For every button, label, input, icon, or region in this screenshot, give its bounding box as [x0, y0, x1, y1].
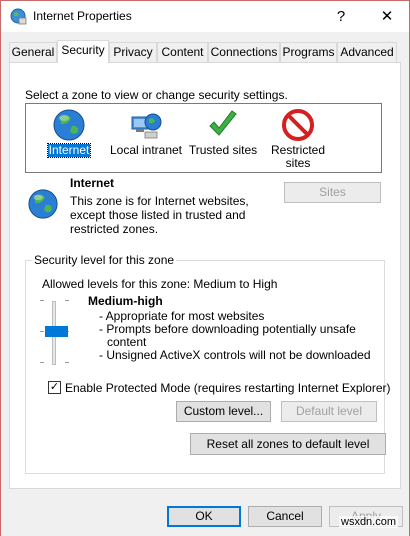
watermark-text: wsxdn.com [339, 516, 399, 528]
zone-restricted-sites-label: Restricted sites [270, 144, 326, 170]
slider-tick [40, 331, 44, 332]
zone-trusted-sites-label: Trusted sites [188, 143, 258, 157]
tab-privacy[interactable]: Privacy [109, 42, 157, 62]
tab-connections[interactable]: Connections [208, 42, 280, 62]
tab-general[interactable]: General [9, 42, 57, 62]
reset-all-zones-button[interactable]: Reset all zones to default level [190, 433, 386, 455]
intranet-icon [131, 113, 162, 139]
zone-restricted-line1: Restricted [270, 143, 326, 157]
allowed-levels-text: Allowed levels for this zone: Medium to … [42, 277, 278, 291]
slider-tick [65, 300, 69, 301]
cancel-button[interactable]: Cancel [248, 506, 322, 527]
security-level-title: Security level for this zone [32, 253, 177, 267]
level-bullet-3: - Unsigned ActiveX controls will not be … [99, 348, 371, 362]
zone-info-desc-2: except those listed in trusted and [70, 208, 246, 222]
zone-internet-label: Internet [46, 143, 92, 158]
zone-instruction: Select a zone to view or change security… [25, 88, 288, 102]
window-title: Internet Properties [33, 9, 132, 23]
zone-restricted-sites[interactable]: Restricted sites [258, 108, 338, 170]
slider-tick [40, 300, 44, 301]
zone-info-desc-1: This zone is for Internet websites, [70, 194, 249, 208]
level-bullet-2-cont: content [107, 335, 147, 349]
sites-button[interactable]: Sites [284, 182, 381, 203]
zone-local-intranet[interactable]: Local intranet [106, 108, 186, 157]
zone-info-desc-3: restricted zones. [70, 222, 159, 236]
selected-zone-globe-icon [28, 189, 58, 219]
zone-local-intranet-label: Local intranet [109, 143, 183, 157]
help-button[interactable]: ? [319, 1, 363, 32]
dialog-footer: OK Cancel Apply wsxdn.com [1, 496, 409, 536]
zone-info-title: Internet [70, 176, 115, 190]
slider-tick [65, 362, 69, 363]
title-bar[interactable]: Internet Properties ? ✕ [1, 1, 409, 32]
close-button[interactable]: ✕ [365, 1, 409, 32]
globe-icon [53, 109, 85, 141]
zone-internet[interactable]: Internet [29, 108, 109, 158]
restricted-icon [282, 109, 314, 141]
custom-level-button[interactable]: Custom level... [176, 401, 271, 422]
tab-security[interactable]: Security [57, 40, 109, 63]
protected-mode-label[interactable]: Enable Protected Mode (requires restarti… [65, 381, 391, 395]
level-bullet-2: - Prompts before downloading potentially… [99, 322, 356, 336]
tab-programs[interactable]: Programs [280, 42, 337, 62]
level-bullet-1: - Appropriate for most websites [99, 309, 265, 323]
tab-strip: General Security Privacy Content Connect… [9, 40, 399, 63]
security-panel: Select a zone to view or change security… [9, 62, 401, 489]
tab-advanced[interactable]: Advanced [337, 42, 397, 62]
zone-list: Internet Local intranet Trusted sites Re… [25, 103, 382, 173]
default-level-button[interactable]: Default level [281, 401, 377, 422]
level-name: Medium-high [88, 294, 163, 308]
tab-content[interactable]: Content [157, 42, 208, 62]
checkmark-icon [209, 110, 237, 136]
internet-properties-icon [10, 8, 27, 25]
slider-tick [40, 362, 44, 363]
zone-restricted-line2: sites [285, 156, 311, 170]
zone-trusted-sites[interactable]: Trusted sites [183, 108, 263, 157]
protected-mode-checkbox[interactable]: ✓ [48, 381, 61, 394]
dialog-window: Internet Properties ? ✕ General Security… [0, 0, 410, 536]
ok-button[interactable]: OK [167, 506, 241, 527]
security-level-slider-thumb[interactable] [45, 326, 68, 337]
